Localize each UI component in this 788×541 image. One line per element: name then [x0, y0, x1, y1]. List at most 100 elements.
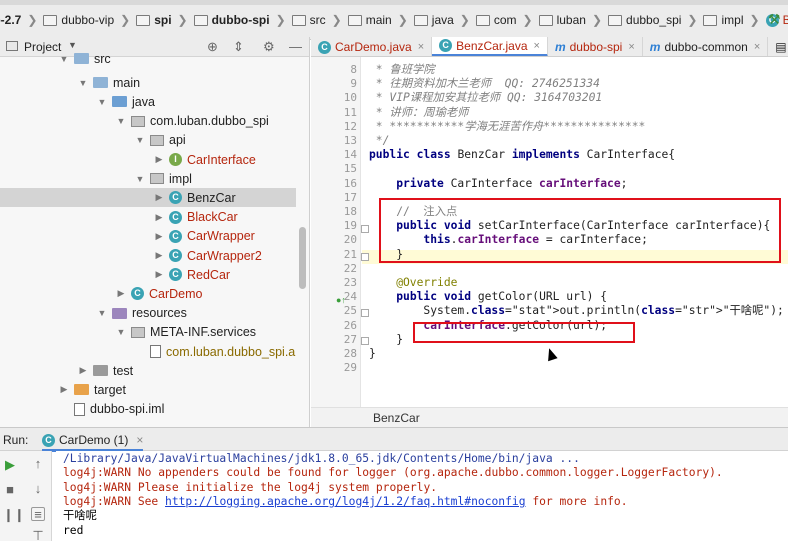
breadcrumb-separator: ❯	[275, 13, 286, 27]
chevron-down-icon[interactable]: ▼	[134, 135, 146, 145]
tab-dubbo-common[interactable]: m dubbo-common ×	[643, 37, 769, 56]
chevron-right-icon[interactable]: ▶	[77, 365, 89, 376]
tree-item[interactable]: ▶ test	[0, 361, 296, 380]
up-arrow-icon[interactable]: ↑	[31, 457, 45, 471]
tree-item[interactable]: ▶ C CarDemo	[0, 284, 296, 303]
chevron-down-icon[interactable]: ▼	[115, 116, 127, 126]
tree-item[interactable]: ▼ resources	[0, 304, 296, 323]
code-line[interactable]: * ***********学海无涯苦作舟***************	[369, 120, 646, 134]
breadcrumb-item[interactable]: main	[346, 13, 394, 27]
breadcrumb-item[interactable]: dubbo-vip	[41, 13, 116, 27]
chevron-right-icon[interactable]: ▶	[153, 269, 165, 280]
tree-item[interactable]: dubbo-spi.iml	[0, 400, 296, 419]
project-panel: Project ▼ ⊕ ⇕ ⚙ — ▼ src ▼ main ▼ java ▼ com.lub…	[0, 37, 310, 427]
tree-item[interactable]: ▼ com.luban.dubbo_spi	[0, 112, 296, 131]
tree-item[interactable]: ▶ C BlackCar	[0, 208, 296, 227]
tree-item-label: target	[94, 382, 126, 397]
code-line[interactable]: * 讲师：周瑜老师	[369, 106, 469, 120]
tree-item[interactable]: ▶ C RedCar	[0, 265, 296, 284]
chevron-down-icon[interactable]: ▼	[96, 97, 108, 107]
tree-item[interactable]: com.luban.dubbo_spi.a	[0, 342, 296, 361]
fold-marker-icon[interactable]	[361, 337, 369, 345]
close-icon[interactable]: ×	[628, 41, 634, 53]
close-icon[interactable]: ×	[418, 41, 424, 53]
code-line[interactable]: * 鲁班学院	[369, 63, 435, 77]
run-console[interactable]: /Library/Java/JavaVirtualMachines/jdk1.8…	[56, 451, 788, 541]
chevron-right-icon[interactable]: ▶	[115, 288, 127, 299]
line-number: 27	[343, 332, 357, 346]
chevron-right-icon[interactable]: ▶	[153, 192, 165, 203]
close-icon[interactable]: ×	[754, 41, 760, 53]
code-line[interactable]: @Override	[369, 276, 457, 290]
breadcrumb-item[interactable]: luban	[537, 13, 588, 27]
console-link[interactable]: http://logging.apache.org/log4j/1.2/faq.…	[165, 495, 525, 508]
breadcrumb-item[interactable]: dubbo-spi	[192, 13, 272, 27]
fold-marker-icon[interactable]	[361, 253, 369, 261]
breadcrumb-item[interactable]: spi	[134, 13, 173, 27]
editor-breadcrumb[interactable]: BenzCar	[373, 411, 420, 425]
breadcrumb-item[interactable]: impl	[701, 13, 745, 27]
chevron-down-icon[interactable]: ▼	[77, 78, 89, 88]
chevron-right-icon[interactable]: ▶	[58, 384, 70, 395]
wrap-icon[interactable]: ≡	[31, 507, 45, 522]
tree-item[interactable]: ▶ I CarInterface	[0, 150, 296, 169]
stop-icon[interactable]: ■	[3, 483, 17, 497]
tree-item[interactable]: ▼ impl	[0, 169, 296, 188]
code-line[interactable]: private CarInterface carInterface;	[369, 177, 627, 191]
tree-item[interactable]: ▼ api	[0, 131, 296, 150]
tree-item[interactable]: ▶ C CarWrapper2	[0, 246, 296, 265]
tree-vertical-scrollbar[interactable]	[299, 227, 306, 289]
code-line[interactable]: public void getColor(URL url) {	[369, 290, 607, 304]
close-icon[interactable]: ×	[534, 40, 540, 52]
code-line[interactable]: System.class="stat">out.println(class="s…	[369, 304, 783, 318]
pause-icon[interactable]: ❙❙	[3, 508, 25, 522]
run-tab[interactable]: C CarDemo (1) ×	[42, 431, 144, 452]
tree-item[interactable]: ▶ C BenzCar	[0, 188, 296, 208]
code-line[interactable]: * 往期资料加木兰老师 QQ: 2746251334	[369, 77, 600, 91]
layout-icon[interactable]: ⊤	[31, 529, 45, 541]
implements-method-icon[interactable]: ●↑	[336, 295, 346, 305]
code-line[interactable]: public class BenzCar implements CarInter…	[369, 148, 675, 162]
tree-item[interactable]: ▼ META-INF.services	[0, 323, 296, 342]
code-line[interactable]: }	[369, 347, 376, 361]
console-line: /Library/Java/JavaVirtualMachines/jdk1.8…	[63, 452, 580, 465]
fold-marker-icon[interactable]	[361, 225, 369, 233]
chevron-down-icon[interactable]: ▼	[96, 308, 108, 318]
fold-marker-icon[interactable]	[361, 309, 369, 317]
tree-item-label: src	[94, 51, 111, 66]
tab-overflow[interactable]: ▤	[768, 37, 788, 56]
breadcrumb-item[interactable]: java	[412, 13, 456, 27]
class-icon: C	[169, 210, 182, 224]
down-arrow-icon[interactable]: ↓	[31, 482, 45, 496]
line-number: 9	[350, 77, 357, 91]
breadcrumb-item[interactable]: dubbo_spi	[606, 13, 683, 27]
code-line[interactable]: }	[369, 333, 403, 347]
breadcrumb-item[interactable]: bo-2.7	[0, 13, 23, 27]
tab-cardemo-java[interactable]: C CarDemo.java ×	[311, 37, 433, 56]
breadcrumb-item[interactable]: com	[474, 13, 519, 27]
tree-item[interactable]: ▼ src	[0, 49, 296, 68]
tab-label: BenzCar.java	[456, 38, 528, 53]
test-folder-icon	[93, 365, 108, 377]
tab-dubbo-spi[interactable]: m dubbo-spi ×	[548, 37, 643, 56]
breadcrumb-label: luban	[556, 13, 586, 27]
tree-item[interactable]: ▼ java	[0, 92, 296, 111]
chevron-down-icon[interactable]: ▼	[115, 327, 127, 337]
tree-item[interactable]: ▶ target	[0, 380, 296, 399]
chevron-down-icon[interactable]: ▼	[134, 174, 146, 184]
chevron-right-icon[interactable]: ▶	[153, 154, 165, 165]
chevron-right-icon[interactable]: ▶	[153, 250, 165, 261]
play-icon[interactable]: ▶	[3, 458, 17, 472]
code-line[interactable]: * VIP课程加安其拉老师 QQ: 3164703201	[369, 91, 602, 105]
chevron-right-icon[interactable]: ▶	[153, 212, 165, 223]
tree-item[interactable]: ▼ main	[0, 73, 296, 92]
tree-item[interactable]: ▶ C CarWrapper	[0, 227, 296, 246]
breadcrumb-item[interactable]: src	[290, 13, 328, 27]
chevron-down-icon[interactable]: ▼	[58, 54, 70, 64]
close-icon[interactable]: ×	[136, 433, 143, 447]
tab-benzcar-java[interactable]: C BenzCar.java ×	[432, 37, 548, 56]
build-hammer-icon[interactable]: ⚒	[768, 12, 782, 26]
code-line[interactable]: */	[369, 134, 390, 148]
line-number: 19	[343, 219, 357, 233]
chevron-right-icon[interactable]: ▶	[153, 231, 165, 242]
